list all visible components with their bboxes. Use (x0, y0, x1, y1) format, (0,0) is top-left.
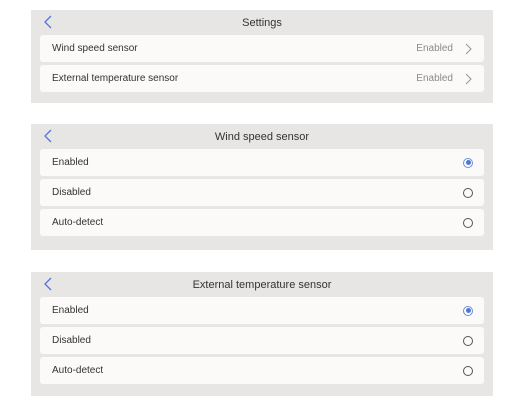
option-enabled[interactable]: Enabled (40, 297, 484, 324)
settings-header: Settings (31, 10, 493, 35)
option-disabled[interactable]: Disabled (40, 179, 484, 206)
settings-item-value: Enabled (416, 43, 453, 54)
chevron-left-icon (44, 15, 52, 29)
radio-button-selected-icon[interactable] (463, 157, 473, 168)
radio-button-icon[interactable] (463, 335, 473, 346)
chevron-left-icon (44, 277, 52, 291)
settings-item-wind-speed-sensor[interactable]: Wind speed sensor Enabled (40, 35, 484, 62)
page-title: Wind speed sensor (214, 130, 310, 143)
back-button[interactable] (41, 14, 55, 30)
external-temperature-sensor-header: External temperature sensor (31, 272, 493, 297)
option-disabled[interactable]: Disabled (40, 327, 484, 354)
settings-item-value: Enabled (416, 73, 453, 84)
settings-item-external-temperature-sensor[interactable]: External temperature sensor Enabled (40, 65, 484, 92)
option-label: Disabled (52, 335, 91, 346)
option-label: Auto-detect (52, 365, 104, 376)
back-button[interactable] (41, 128, 55, 144)
option-label: Enabled (52, 157, 89, 168)
radio-button-selected-icon[interactable] (463, 305, 473, 316)
settings-item-label: External temperature sensor (52, 73, 179, 84)
page-title: Settings (242, 16, 282, 29)
settings-panel: Settings Wind speed sensor Enabled Exter… (31, 10, 493, 103)
option-label: Disabled (52, 187, 91, 198)
chevron-left-icon (44, 129, 52, 143)
chevron-right-icon (465, 73, 472, 84)
radio-button-icon[interactable] (463, 187, 473, 198)
external-temperature-sensor-panel: External temperature sensor Enabled Disa… (31, 272, 493, 396)
option-auto-detect[interactable]: Auto-detect (40, 209, 484, 236)
option-auto-detect[interactable]: Auto-detect (40, 357, 484, 384)
page-title: External temperature sensor (192, 278, 332, 291)
back-button[interactable] (41, 276, 55, 292)
radio-button-icon[interactable] (463, 365, 473, 376)
option-enabled[interactable]: Enabled (40, 149, 484, 176)
option-label: Enabled (52, 305, 89, 316)
wind-speed-sensor-panel: Wind speed sensor Enabled Disabled Auto-… (31, 124, 493, 250)
radio-button-icon[interactable] (463, 217, 473, 228)
option-label: Auto-detect (52, 217, 104, 228)
settings-item-label: Wind speed sensor (52, 43, 138, 54)
wind-speed-sensor-header: Wind speed sensor (31, 124, 493, 149)
chevron-right-icon (465, 43, 472, 54)
